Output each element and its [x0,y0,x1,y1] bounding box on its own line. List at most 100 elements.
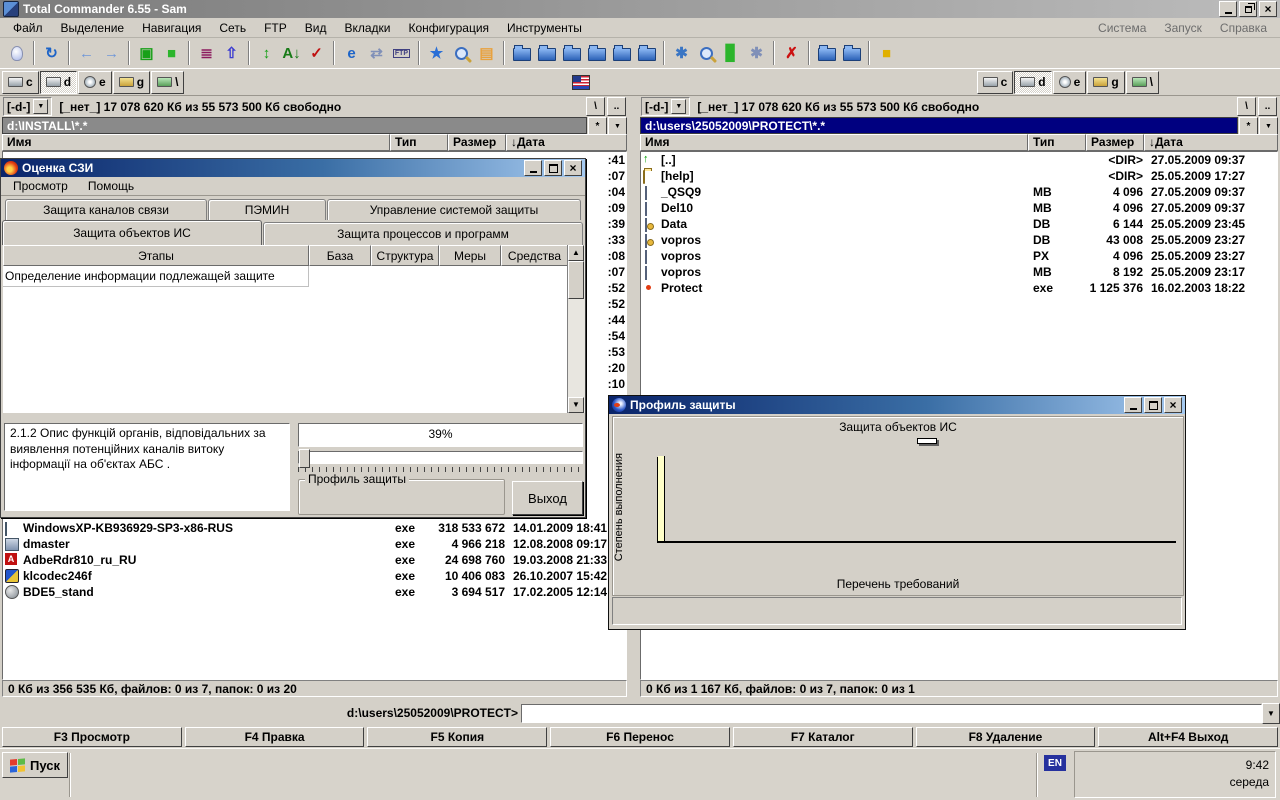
file-row[interactable]: ↑[..]<DIR>27.05.2009 09:37 [641,152,1277,168]
unpack-files-icon[interactable]: ■ [159,41,184,66]
file-row[interactable]: [help]<DIR>25.05.2009 17:27 [641,168,1277,184]
right-root-button[interactable]: \ [1237,97,1256,116]
file-row[interactable]: dmasterexe4 966 21812.08.2008 09:17 [3,536,626,552]
left-up-button[interactable]: .. [607,97,626,116]
right-drive-button-g[interactable]: g [1087,71,1124,94]
right-drive-button-root[interactable]: \ [1126,71,1159,94]
file-row[interactable]: Del10MB4 09627.05.2009 09:37 [641,200,1277,216]
maximize-button[interactable] [544,160,562,176]
file-row[interactable]: voprosMB8 19225.05.2009 23:17 [641,264,1277,280]
tab-back-1[interactable]: ПЭМИН [208,199,326,220]
menu-item-3[interactable]: Сеть [210,19,255,37]
folder-web-icon[interactable] [839,41,864,66]
menu-item-1[interactable]: Выделение [52,19,134,37]
right-path-bar[interactable]: d:\users\25052009\PROTECT\*.* [640,117,1238,134]
file-row[interactable]: _QSQ9MB4 09627.05.2009 09:37 [641,184,1277,200]
sort-az-icon[interactable]: A↓ [279,41,304,66]
close-button[interactable] [1259,1,1277,17]
menu-item-0[interactable]: Файл [4,19,52,37]
sort-updown-icon[interactable]: ↕ [254,41,279,66]
chevron-down-icon[interactable]: ▼ [671,99,686,114]
dialog-menu-item-0[interactable]: Просмотр [5,178,76,194]
pack-files-icon[interactable]: ▣ [134,41,159,66]
tools-icon[interactable]: ✱ [669,41,694,66]
right-column-header-1[interactable]: Тип [1028,134,1086,151]
right-column-header-0[interactable]: Имя [640,134,1028,151]
left-drive-button-root[interactable]: \ [151,71,184,94]
tab-front-0[interactable]: Защита объектов ИС [2,220,262,245]
folder-sync-icon[interactable] [534,41,559,66]
minimize-button[interactable] [1219,1,1237,17]
left-drive-button-e[interactable]: e [78,71,112,94]
archive-extract-icon[interactable]: ⇧ [219,41,244,66]
left-column-header-2[interactable]: Размер [448,134,506,151]
fkey-button-0[interactable]: F3 Просмотр [2,727,182,747]
right-drive-button-c[interactable]: c [977,71,1014,94]
language-indicator[interactable]: EN [1044,755,1066,771]
left-root-button[interactable]: \ [586,97,605,116]
settings-search-icon[interactable]: ✱ [744,41,769,66]
menu-item-2[interactable]: Навигация [133,19,210,37]
right-column-header-2[interactable]: Размер [1086,134,1144,151]
file-row[interactable]: voprosPX4 09625.05.2009 23:27 [641,248,1277,264]
lock-icon[interactable]: ■ [874,41,899,66]
file-row[interactable]: Protectexe1 125 37616.02.2003 18:22 [641,280,1277,296]
maximize-button[interactable] [1144,397,1162,413]
scroll-down-icon[interactable]: ▼ [568,397,584,413]
left-drive-combo[interactable]: [-d-] ▼ [3,97,52,116]
right-drive-button-e[interactable]: e [1053,71,1087,94]
fkey-button-5[interactable]: F8 Удаление [916,727,1096,747]
back-icon[interactable]: ← [74,41,99,66]
value-slider[interactable] [298,451,583,464]
stage-label[interactable]: Определение информации подлежащей защите [3,266,309,287]
tab-back-2[interactable]: Управление системой защиты [327,199,581,220]
left-column-header-3[interactable]: ↓Дата [506,134,627,151]
start-button[interactable]: Пуск [2,752,68,778]
folder-prev-icon[interactable] [609,41,634,66]
favorites-star-icon[interactable]: ★ [424,41,449,66]
menu-item-7[interactable]: Конфигурация [400,19,499,37]
us-flag-icon[interactable] [572,75,590,90]
dialog-menu-item-1[interactable]: Помощь [80,178,142,194]
right-column-header-3[interactable]: ↓Дата [1144,134,1278,151]
right-drive-button-d[interactable]: d [1014,71,1051,94]
menu-item-6[interactable]: Вкладки [335,19,399,37]
folder-stats-icon[interactable]: ▤ [474,41,499,66]
file-row[interactable]: klcodec246fexe10 406 08326.10.2007 15:42 [3,568,626,584]
file-row[interactable]: AAdbeRdr810_ru_RUexe24 698 76019.03.2008… [3,552,626,568]
table-header-4[interactable]: Средства [501,245,568,266]
fkey-button-3[interactable]: F6 Перенос [550,727,730,747]
left-drive-button-g[interactable]: g [113,71,150,94]
command-history-dropdown-icon[interactable]: ▼ [1262,703,1280,724]
left-path-bar[interactable]: d:\INSTALL\*.* [2,117,587,134]
command-input[interactable] [521,704,1262,723]
hint-bulb-icon[interactable] [4,41,29,66]
table-scrollbar[interactable]: ▲ ▼ [567,245,585,413]
folder-open-icon[interactable] [584,41,609,66]
chevron-down-icon[interactable]: ▼ [33,99,48,114]
preview-search-icon[interactable] [694,41,719,66]
table-header-2[interactable]: Структура [371,245,439,266]
file-row[interactable]: WindowsXP-KB936929-SP3-x86-RUSexe318 533… [3,520,626,536]
menu-item-8[interactable]: Инструменты [498,19,591,37]
delete-icon[interactable]: ✗ [779,41,804,66]
folder-drive-icon[interactable] [509,41,534,66]
fkey-button-6[interactable]: Alt+F4 Выход [1098,727,1278,747]
table-header-0[interactable]: Этапы [3,245,309,266]
minimize-button[interactable] [524,160,542,176]
restore-button[interactable] [1239,1,1257,17]
fkey-button-4[interactable]: F7 Каталог [733,727,913,747]
ftp-icon[interactable]: FTP [389,41,414,66]
table-header-3[interactable]: Меры [439,245,501,266]
network-connect-icon[interactable]: ⇄ [364,41,389,66]
tab-back-0[interactable]: Защита каналов связи [5,199,207,220]
file-row[interactable]: DataDB6 14425.05.2009 23:45 [641,216,1277,232]
right-up-button[interactable]: .. [1258,97,1277,116]
search-icon[interactable] [449,41,474,66]
left-drive-button-d[interactable]: d [40,71,77,94]
left-drive-button-c[interactable]: c [2,71,39,94]
menu-item-right-1[interactable]: Запуск [1155,19,1211,37]
close-button[interactable] [564,160,582,176]
fkey-button-2[interactable]: F5 Копия [367,727,547,747]
menu-item-right-0[interactable]: Система [1089,19,1155,37]
